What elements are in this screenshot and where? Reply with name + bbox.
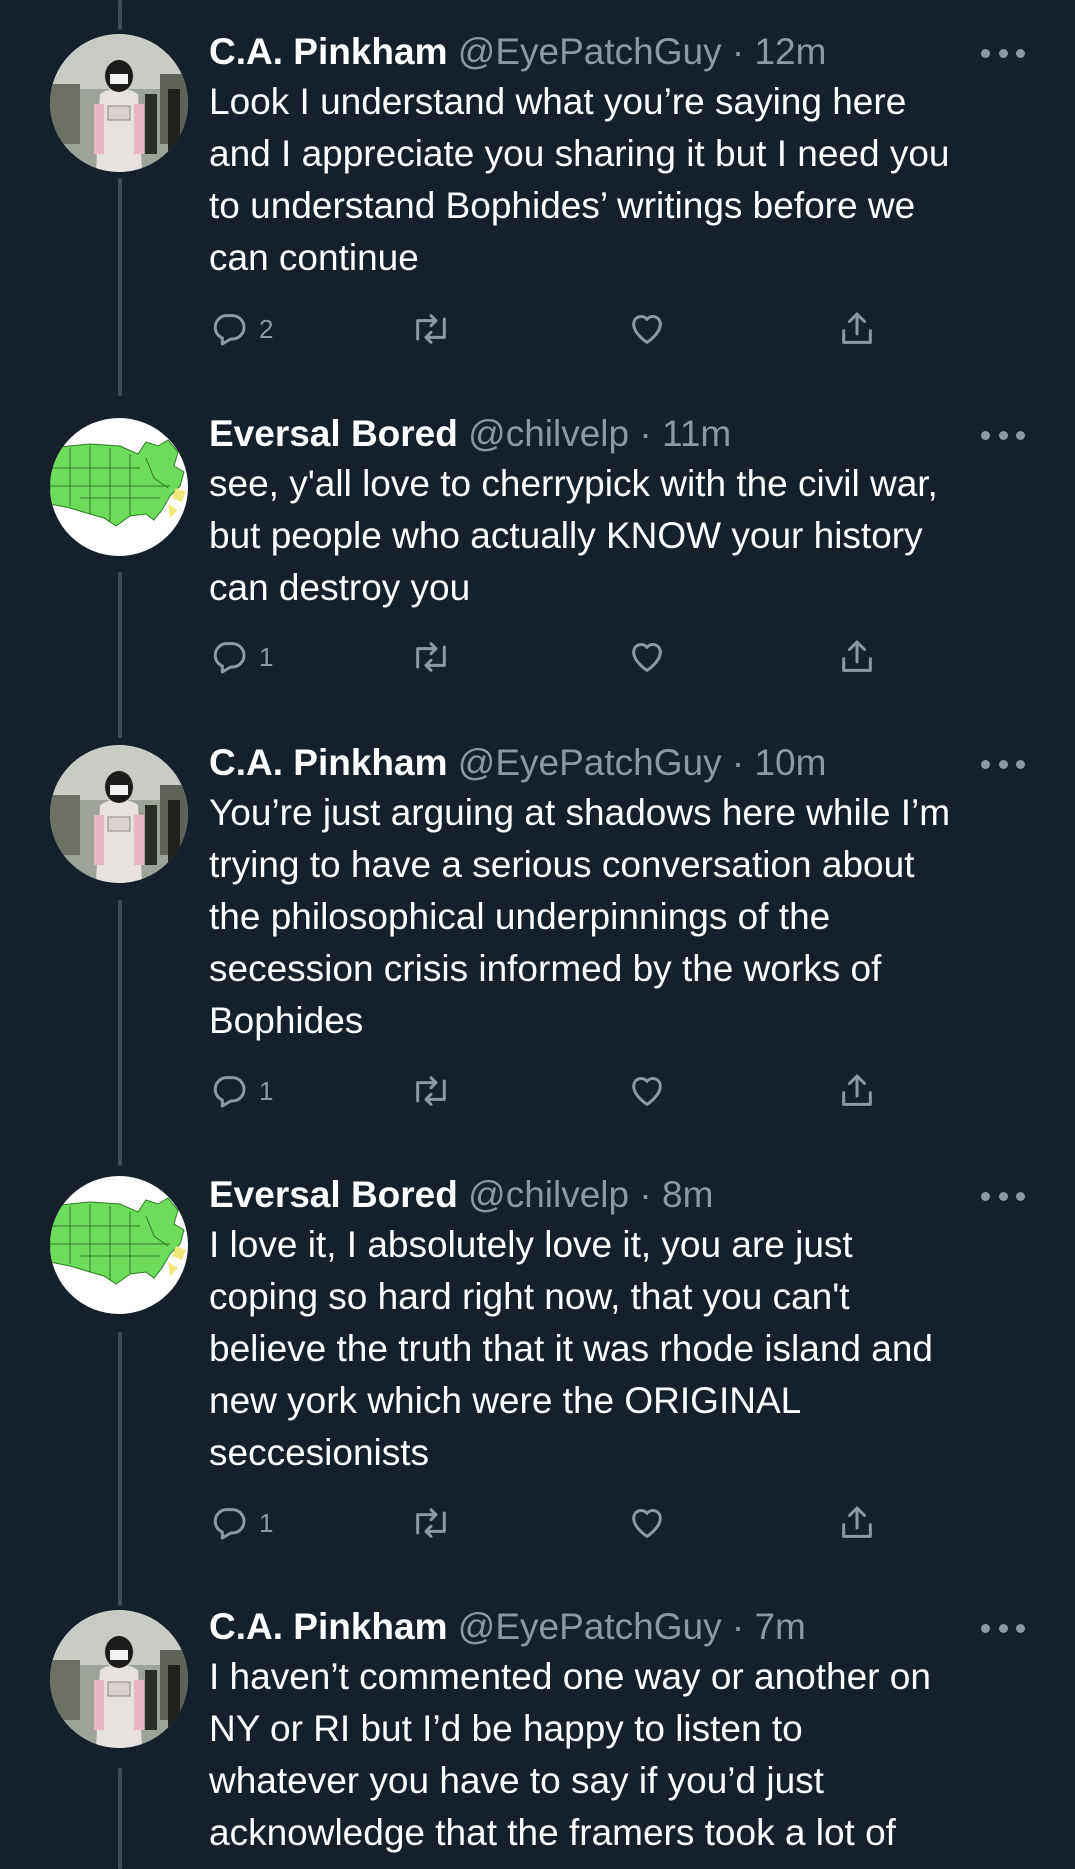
display-name[interactable]: C.A. Pinkham xyxy=(209,742,448,783)
display-name[interactable]: Eversal Bored xyxy=(209,1174,458,1215)
retweet-icon xyxy=(416,642,446,672)
retweet-icon xyxy=(416,314,446,344)
tweet-text: You’re just arguing at shadows here whil… xyxy=(209,792,951,1041)
reply-icon xyxy=(213,642,246,674)
reply-count: 1 xyxy=(259,1507,274,1538)
timestamp[interactable]: 11m xyxy=(662,413,731,454)
tweet-actions: 1 xyxy=(209,634,889,680)
tweet-header: Eversal Bored @chilvelp · 11m xyxy=(209,410,1029,458)
reply-icon xyxy=(213,314,246,346)
tweet-actions: 1 xyxy=(209,1068,889,1114)
tweet-text: I haven’t commented one way or another o… xyxy=(209,1656,931,1853)
display-name[interactable]: C.A. Pinkham xyxy=(209,1606,448,1647)
tweet-header: C.A. Pinkham @EyePatchGuy · 7m xyxy=(209,1603,1029,1651)
user-handle[interactable]: @EyePatchGuy xyxy=(458,742,722,783)
thread-line xyxy=(118,1332,122,1606)
vader-costume-avatar-icon xyxy=(50,745,188,883)
heart-icon xyxy=(632,1509,662,1538)
tweet-header: Eversal Bored @chilvelp · 8m xyxy=(209,1171,1029,1219)
reply-button[interactable]: 1 xyxy=(209,634,273,680)
avatar-map[interactable] xyxy=(50,418,188,556)
like-button[interactable] xyxy=(627,1500,667,1546)
reply-count: 2 xyxy=(259,313,274,344)
separator-dot: · xyxy=(731,1606,745,1647)
reply-icon xyxy=(213,1076,246,1108)
share-icon xyxy=(842,312,872,344)
green-us-map-avatar-icon xyxy=(50,418,188,556)
tweet-header: C.A. Pinkham @EyePatchGuy · 10m xyxy=(209,739,1029,787)
more-icon[interactable] xyxy=(981,429,1025,441)
retweet-button[interactable] xyxy=(409,634,453,680)
vader-costume-avatar-icon xyxy=(50,1610,188,1748)
avatar-vader[interactable] xyxy=(50,745,188,883)
display-name[interactable]: Eversal Bored xyxy=(209,413,458,454)
share-icon xyxy=(842,1074,872,1106)
more-icon[interactable] xyxy=(981,758,1025,770)
reply-count: 1 xyxy=(259,1075,274,1106)
tweet-text: see, y'all love to cherrypick with the c… xyxy=(209,463,938,608)
share-button[interactable] xyxy=(837,634,877,680)
retweet-button[interactable] xyxy=(409,1068,453,1114)
more-icon[interactable] xyxy=(981,1622,1025,1634)
share-icon xyxy=(842,1506,872,1538)
like-button[interactable] xyxy=(627,1068,667,1114)
timestamp[interactable]: 7m xyxy=(754,1606,805,1647)
reply-button[interactable]: 1 xyxy=(209,1068,273,1114)
more-icon[interactable] xyxy=(981,1190,1025,1202)
more-icon[interactable] xyxy=(981,47,1025,59)
reply-button[interactable]: 2 xyxy=(209,306,273,352)
timestamp[interactable]: 12m xyxy=(754,31,826,72)
tweet-actions: 2 xyxy=(209,306,889,352)
heart-icon xyxy=(632,1077,662,1106)
heart-icon xyxy=(632,315,662,344)
separator-dot: · xyxy=(731,742,745,783)
thread-line xyxy=(118,0,122,30)
timestamp[interactable]: 8m xyxy=(662,1174,713,1215)
share-button[interactable] xyxy=(837,1500,877,1546)
thread-line xyxy=(118,1768,122,1869)
retweet-button[interactable] xyxy=(409,1500,453,1546)
reply-icon xyxy=(213,1508,246,1540)
tweet-text: Look I understand what you’re saying her… xyxy=(209,81,950,278)
avatar-map[interactable] xyxy=(50,1176,188,1314)
timestamp[interactable]: 10m xyxy=(754,742,826,783)
separator-dot: · xyxy=(639,1174,652,1215)
like-button[interactable] xyxy=(627,306,667,352)
reply-button[interactable]: 1 xyxy=(209,1500,273,1546)
retweet-icon xyxy=(416,1076,446,1106)
green-us-map-avatar-icon xyxy=(50,1176,188,1314)
display-name[interactable]: C.A. Pinkham xyxy=(209,31,448,72)
retweet-button[interactable] xyxy=(409,306,453,352)
separator-dot: · xyxy=(639,413,652,454)
share-button[interactable] xyxy=(837,1068,877,1114)
avatar-vader[interactable] xyxy=(50,1610,188,1748)
share-icon xyxy=(842,640,872,672)
tweet-text: I love it, I absolutely love it, you are… xyxy=(209,1224,934,1473)
retweet-icon xyxy=(416,1508,446,1538)
thread-line xyxy=(118,900,122,1166)
separator-dot: · xyxy=(731,31,745,72)
avatar-vader[interactable] xyxy=(50,34,188,172)
thread-line xyxy=(118,178,122,396)
thread-line xyxy=(118,572,122,738)
share-button[interactable] xyxy=(837,306,877,352)
tweet-actions: 1 xyxy=(209,1500,889,1546)
reply-count: 1 xyxy=(259,641,274,672)
user-handle[interactable]: @chilvelp xyxy=(468,1174,629,1215)
user-handle[interactable]: @EyePatchGuy xyxy=(458,1606,722,1647)
user-handle[interactable]: @chilvelp xyxy=(468,413,629,454)
heart-icon xyxy=(632,643,662,672)
vader-costume-avatar-icon xyxy=(50,34,188,172)
like-button[interactable] xyxy=(627,634,667,680)
tweet-header: C.A. Pinkham @EyePatchGuy · 12m xyxy=(209,28,1029,76)
user-handle[interactable]: @EyePatchGuy xyxy=(458,31,722,72)
